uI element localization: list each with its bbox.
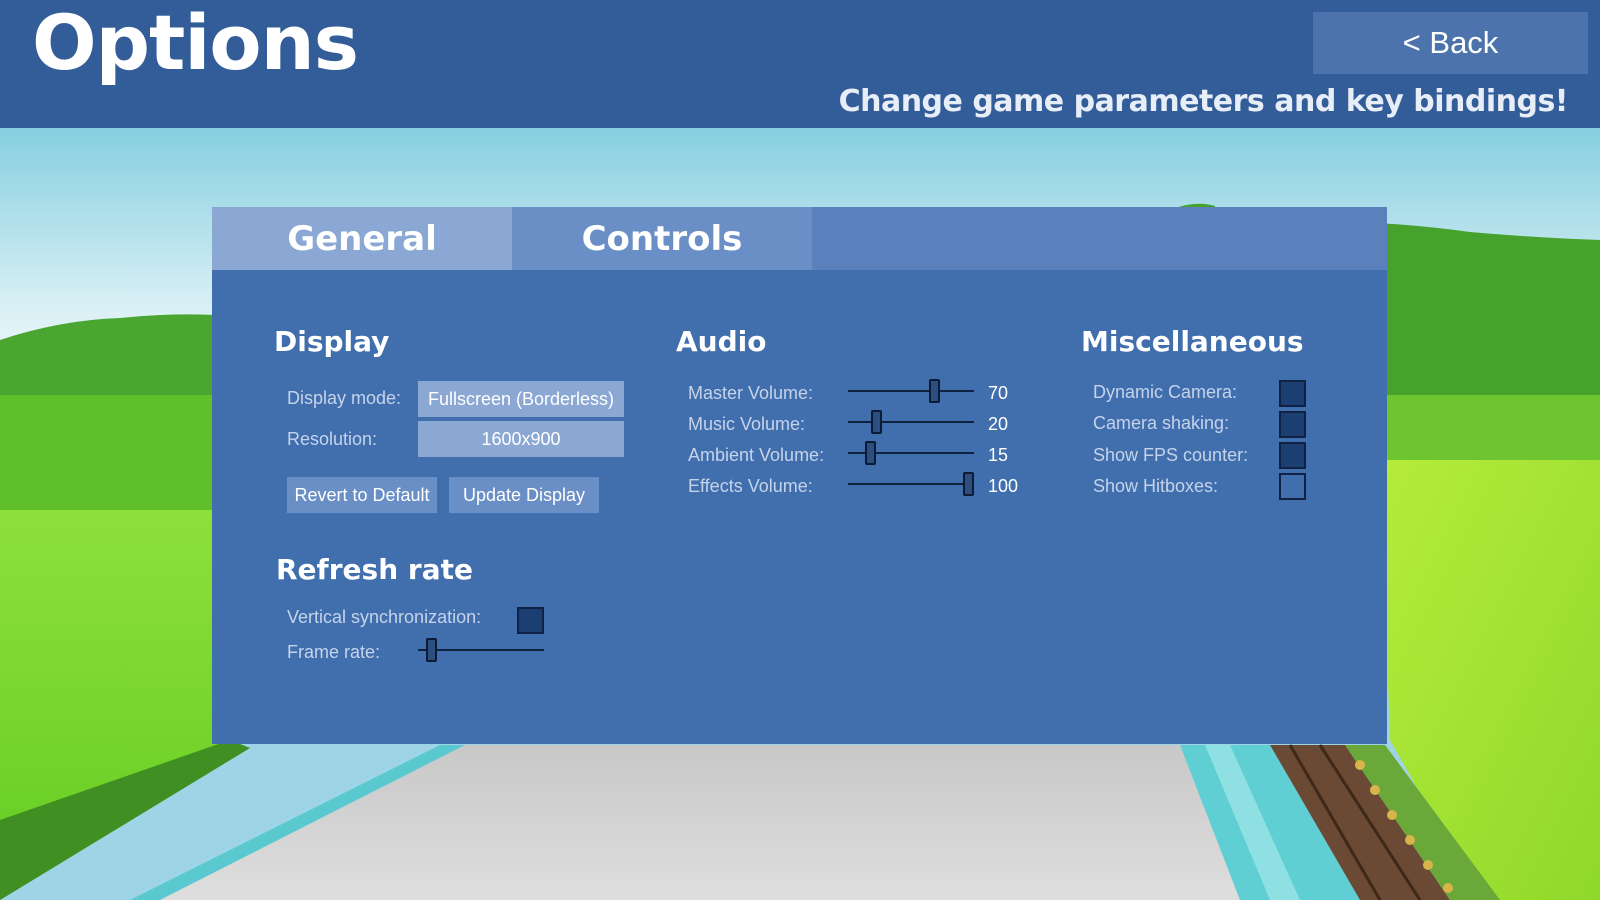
fps-counter-checkbox[interactable] [1279,442,1306,469]
effects-volume-value: 100 [988,476,1019,496]
master-volume-label: Master Volume: [688,383,814,403]
dynamic-camera-label: Dynamic Camera: [1093,382,1238,402]
tab-controls[interactable]: Controls [512,207,812,270]
slider-thumb[interactable] [871,410,882,434]
page-title: Options [32,0,359,87]
frame-rate-label: Frame rate: [287,642,381,662]
slider-track [848,483,974,485]
music-volume-value: 20 [988,414,1009,434]
display-section-title: Display [274,325,390,358]
slider-track [848,390,974,392]
slider-thumb[interactable] [929,379,940,403]
resolution-label: Resolution: [287,429,378,449]
resolution-select[interactable]: 1600x900 [418,421,624,457]
refresh-rate-section-title: Refresh rate [276,553,473,586]
slider-thumb[interactable] [865,441,876,465]
slider-thumb[interactable] [963,472,974,496]
update-display-button[interactable]: Update Display [449,477,599,513]
back-button[interactable]: < Back [1313,12,1588,74]
fps-counter-label: Show FPS counter: [1093,445,1249,465]
vsync-checkbox[interactable] [517,607,544,634]
header-bar: Options < Back Change game parameters an… [0,0,1600,128]
camera-shaking-label: Camera shaking: [1093,413,1230,433]
ambient-volume-value: 15 [988,445,1009,465]
slider-track [848,421,974,423]
ambient-volume-label: Ambient Volume: [688,445,825,465]
options-panel: General Controls Display Display mode: F… [212,207,1387,744]
music-volume-label: Music Volume: [688,414,806,434]
master-volume-slider[interactable] [848,377,974,405]
revert-to-default-button[interactable]: Revert to Default [287,477,437,513]
effects-volume-slider[interactable] [848,470,974,498]
effects-volume-label: Effects Volume: [688,476,813,496]
tab-bar: General Controls [212,207,1387,270]
music-volume-slider[interactable] [848,408,974,436]
frame-rate-slider[interactable] [418,636,544,664]
slider-thumb[interactable] [426,638,437,662]
dynamic-camera-checkbox[interactable] [1279,380,1306,407]
hitboxes-checkbox[interactable] [1279,473,1306,500]
camera-shaking-checkbox[interactable] [1279,411,1306,438]
page-subtitle: Change game parameters and key bindings! [838,84,1569,119]
display-mode-select[interactable]: Fullscreen (Borderless) [418,381,624,417]
master-volume-value: 70 [988,383,1009,403]
ambient-volume-slider[interactable] [848,439,974,467]
tab-general[interactable]: General [212,207,512,270]
misc-section-title: Miscellaneous [1081,325,1304,358]
audio-section-title: Audio [676,325,767,358]
display-mode-label: Display mode: [287,388,402,408]
vsync-label: Vertical synchronization: [287,607,482,627]
hitboxes-label: Show Hitboxes: [1093,476,1219,496]
